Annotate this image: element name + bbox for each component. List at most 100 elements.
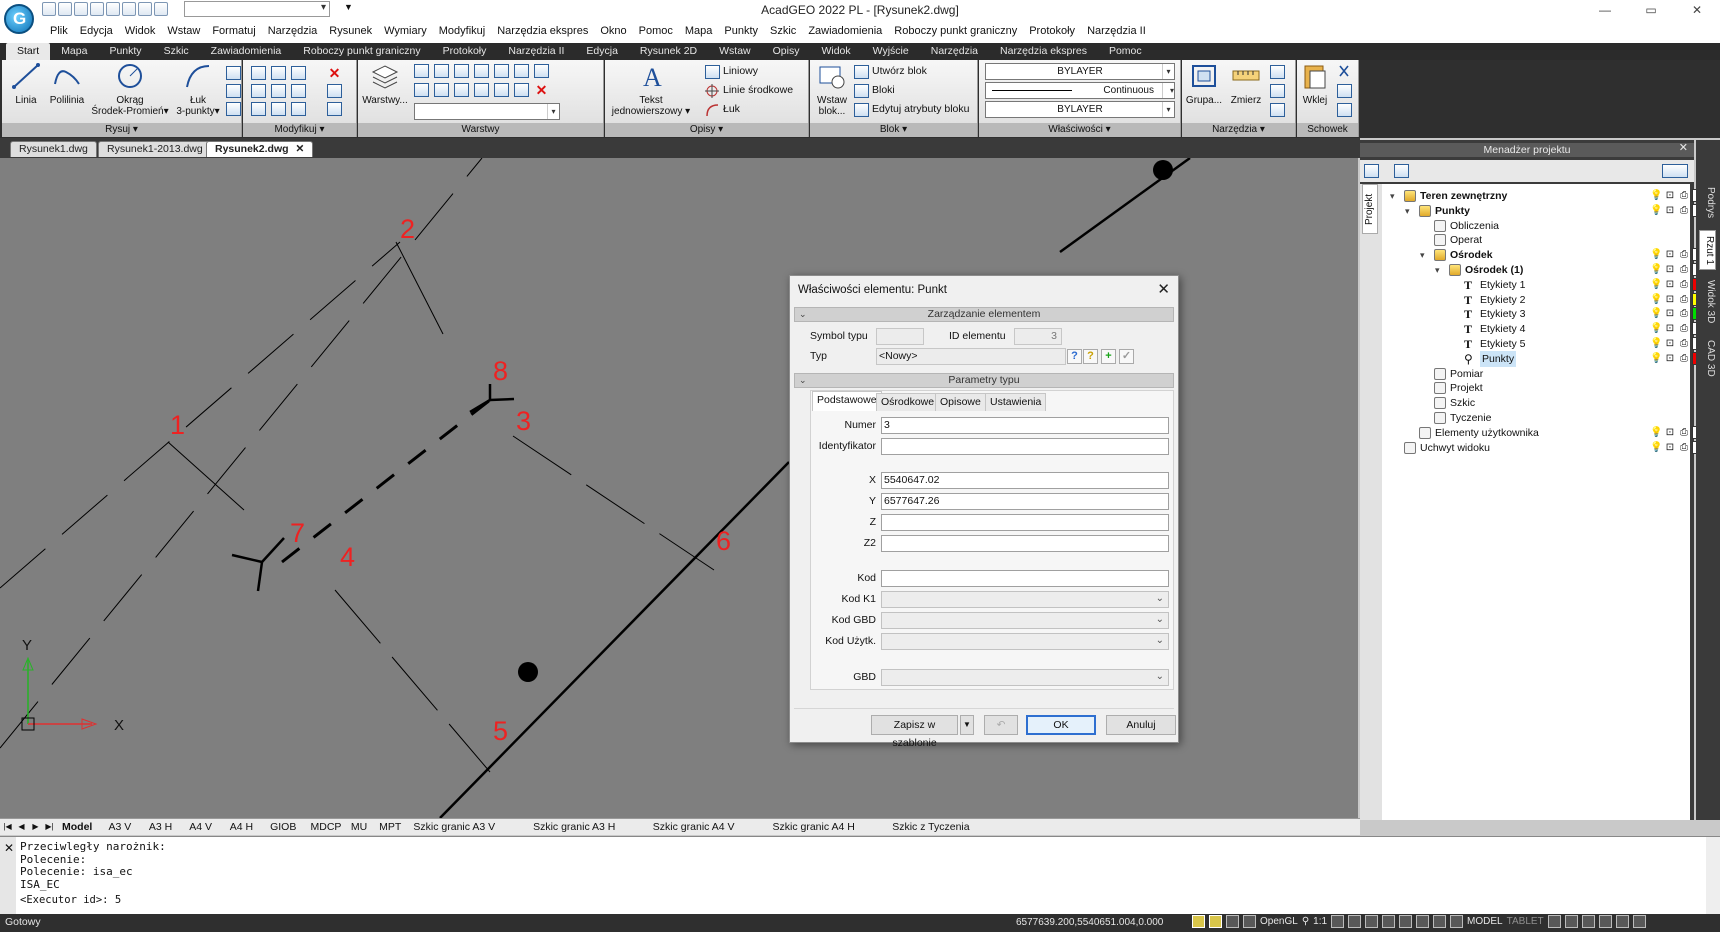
annotation-scale-icon[interactable]: ⚲	[1302, 916, 1309, 927]
print-icon[interactable]: ⎙	[1678, 441, 1690, 454]
tab-osrodkowe[interactable]: Ośrodkowe	[876, 393, 940, 411]
ortho-toggle-icon[interactable]	[1226, 915, 1239, 928]
lock-icon[interactable]: ⊡	[1664, 322, 1676, 335]
ribbon-tab[interactable]: Narzędzia II	[497, 43, 575, 60]
tree-item[interactable]: Operat	[1382, 232, 1690, 248]
menu-item[interactable]: Protokoły	[1023, 23, 1081, 39]
menu-item[interactable]: Pomoc	[633, 23, 679, 39]
array-icon[interactable]	[291, 102, 306, 116]
app-logo-icon[interactable]: G	[4, 4, 34, 34]
y-field[interactable]: 6577647.26	[881, 493, 1169, 510]
osnap-toggle-icon[interactable]	[1209, 915, 1222, 928]
lineweight-combo[interactable]: BYLAYER ▾	[985, 101, 1175, 118]
side-tab-widok3d[interactable]: Widok 3D	[1699, 276, 1716, 328]
ribbon-tab[interactable]: Narzędzia	[920, 43, 989, 60]
layer-tool-icon[interactable]	[474, 83, 489, 97]
lock-icon[interactable]: ⊡	[1664, 248, 1676, 261]
menu-item[interactable]: Szkic	[764, 23, 802, 39]
status-tool-icon[interactable]	[1615, 915, 1629, 928]
scale-icon[interactable]	[271, 102, 286, 116]
menu-item[interactable]: Roboczy punkt graniczny	[888, 23, 1023, 39]
menu-item[interactable]: Edycja	[74, 23, 119, 39]
lock-icon[interactable]: ⊡	[1664, 426, 1676, 439]
close-button[interactable]: ✕	[1674, 0, 1720, 20]
print-icon[interactable]	[106, 2, 120, 16]
visibility-bulb-icon[interactable]: 💡	[1650, 263, 1662, 276]
status-tool-icon[interactable]	[1450, 915, 1464, 928]
color-combo[interactable]: BYLAYER ▾	[985, 63, 1175, 80]
visibility-bulb-icon[interactable]: 💡	[1650, 441, 1662, 454]
visibility-bulb-icon[interactable]: 💡	[1650, 248, 1662, 261]
panel-title-text[interactable]: Opisy ▾	[605, 123, 808, 137]
redo-icon[interactable]	[154, 2, 168, 16]
status-tool-icon[interactable]	[1416, 915, 1430, 928]
layout-tab[interactable]: A4 V	[189, 820, 212, 835]
menu-item[interactable]: Rysunek	[323, 23, 378, 39]
single-line-text-tool[interactable]: A Tekst jednowierszowy ▾	[605, 62, 697, 117]
close-tab-icon[interactable]: ✕	[296, 143, 305, 155]
print-icon[interactable]: ⎙	[1678, 263, 1690, 276]
layout-tab[interactable]: A4 H	[230, 820, 253, 835]
preview-icon[interactable]	[122, 2, 136, 16]
layout-tab[interactable]: GIOB	[270, 820, 296, 835]
print-icon[interactable]: ⎙	[1678, 293, 1690, 306]
visibility-bulb-icon[interactable]: 💡	[1650, 352, 1662, 365]
lock-icon[interactable]: ⊡	[1664, 204, 1676, 217]
tree-item[interactable]: ▾ Punkty 💡 ⊡ ⎙	[1382, 203, 1705, 219]
command-scrollbar[interactable]	[1706, 837, 1720, 915]
menu-item[interactable]: Wstaw	[161, 23, 206, 39]
z-field[interactable]	[881, 514, 1169, 531]
save-icon[interactable]	[74, 2, 88, 16]
ribbon-tab[interactable]: Rysunek 2D	[629, 43, 708, 60]
type-info-icon[interactable]: ?	[1067, 349, 1082, 364]
open-file-icon[interactable]	[58, 2, 72, 16]
last-layout-icon[interactable]: ▶|	[44, 821, 55, 833]
ribbon-tab[interactable]: Roboczy punkt graniczny	[292, 43, 431, 60]
tab-opisowe[interactable]: Opisowe	[935, 393, 986, 411]
print-icon[interactable]: ⎙	[1678, 322, 1690, 335]
visibility-bulb-icon[interactable]: 💡	[1650, 426, 1662, 439]
visibility-bulb-icon[interactable]: 💡	[1650, 322, 1662, 335]
menu-item[interactable]: Narzędzia II	[1081, 23, 1152, 39]
lock-icon[interactable]: ⊡	[1664, 278, 1676, 291]
project-refresh-icon[interactable]	[1364, 164, 1379, 178]
layout-tab[interactable]: A3 V	[109, 820, 132, 835]
project-view-options-icon[interactable]	[1662, 164, 1688, 178]
rotate-icon[interactable]	[271, 66, 286, 80]
panel-title-draw[interactable]: Rysuj ▾	[2, 123, 241, 137]
print-icon[interactable]: ⎙	[1678, 204, 1690, 217]
lock-icon[interactable]: ⊡	[1664, 293, 1676, 306]
rectangle-icon[interactable]	[226, 102, 241, 116]
layer-combo[interactable]: ▾	[414, 103, 560, 120]
ribbon-tab[interactable]: Narzędzia ekspres	[989, 43, 1098, 60]
status-tool-icon[interactable]	[1581, 915, 1595, 928]
erase-icon[interactable]: ✕	[327, 66, 342, 80]
ellipse-icon[interactable]	[226, 84, 241, 98]
tree-item[interactable]: Elementy użytkownika 💡 ⊡ ⎙	[1382, 425, 1705, 441]
ribbon-tab[interactable]: Mapa	[50, 43, 98, 60]
reset-icon[interactable]: ↶	[984, 715, 1018, 735]
menu-item[interactable]: Modyfikuj	[433, 23, 491, 39]
section-element-management[interactable]: ⌄ Zarządzanie elementem	[794, 307, 1174, 322]
menu-item[interactable]: Mapa	[679, 23, 719, 39]
qat-customize-icon[interactable]: ▼	[344, 2, 353, 12]
layer-tool-icon[interactable]	[514, 64, 529, 78]
ribbon-tab[interactable]: Zawiadomienia	[200, 43, 293, 60]
layout-tab[interactable]: MU	[351, 820, 367, 835]
tree-item[interactable]: T Etykiety 1 💡 ⊡ ⎙	[1382, 277, 1705, 293]
panel-title-tools[interactable]: Narzędzia ▾	[1182, 123, 1295, 137]
fillet-icon[interactable]	[291, 84, 306, 98]
tree-item[interactable]: ▾ Ośrodek (1) 💡 ⊡ ⎙	[1382, 262, 1705, 278]
stretch-icon[interactable]	[251, 102, 266, 116]
status-tool-icon[interactable]	[1632, 915, 1646, 928]
cancel-button[interactable]: Anuluj	[1106, 715, 1176, 735]
confirm-type-icon[interactable]: ✓	[1119, 349, 1134, 364]
doc-tab-rysunek1-2013[interactable]: Rysunek1-2013.dwg	[98, 141, 212, 157]
ribbon-tab[interactable]: Start	[6, 43, 51, 60]
menu-item[interactable]: Okno	[594, 23, 632, 39]
first-layout-icon[interactable]: |◀	[2, 821, 13, 833]
lock-icon[interactable]: ⊡	[1664, 441, 1676, 454]
tree-item[interactable]: ▾ Teren zewnętrzny 💡 ⊡ ⎙	[1382, 188, 1705, 204]
status-tool-icon[interactable]	[1348, 915, 1362, 928]
layer-tool-icon[interactable]	[434, 64, 449, 78]
